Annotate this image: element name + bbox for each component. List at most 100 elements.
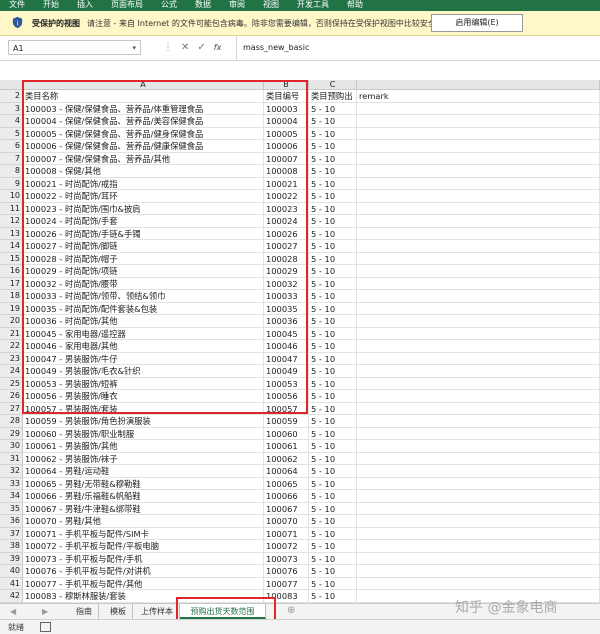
cell-remark[interactable] xyxy=(357,502,600,515)
cell-preorder-range[interactable]: 5 - 10 xyxy=(309,365,357,378)
cell-category-id[interactable]: 100006 xyxy=(264,140,309,153)
cell-remark[interactable] xyxy=(357,390,600,403)
cell-preorder-range[interactable]: 5 - 10 xyxy=(309,227,357,240)
row-number[interactable]: 41 xyxy=(0,577,23,590)
cell-category-name[interactable]: 100028 - 时尚配饰/帽子 xyxy=(23,252,264,265)
cell-category-id[interactable]: 100045 xyxy=(264,327,309,340)
cell-remark[interactable] xyxy=(357,402,600,415)
ribbon-tab[interactable]: 插入 xyxy=(68,0,102,11)
row-number[interactable]: 11 xyxy=(0,202,23,215)
cell-remark[interactable] xyxy=(357,427,600,440)
cell-remark[interactable] xyxy=(357,252,600,265)
cell-category-id[interactable]: 100070 xyxy=(264,515,309,528)
row-number[interactable]: 25 xyxy=(0,377,23,390)
cell-category-name[interactable]: 100067 - 男鞋/牛津鞋&绑带鞋 xyxy=(23,502,264,515)
cell-category-id[interactable]: 100071 xyxy=(264,527,309,540)
cell-category-name[interactable]: 100076 - 手机平板与配件/对讲机 xyxy=(23,565,264,578)
cell-category-name[interactable]: 100047 - 男装服饰/牛仔 xyxy=(23,352,264,365)
cell-category-id[interactable]: 100008 xyxy=(264,165,309,178)
cancel-icon[interactable]: ✕ xyxy=(181,42,189,53)
cell-remark[interactable] xyxy=(357,152,600,165)
cell-remark[interactable] xyxy=(357,240,600,253)
cell-category-name[interactable]: 100073 - 手机平板与配件/手机 xyxy=(23,552,264,565)
cell-remark[interactable] xyxy=(357,327,600,340)
row-number[interactable]: 35 xyxy=(0,502,23,515)
cell-preorder-range[interactable]: 5 - 10 xyxy=(309,565,357,578)
cell-remark[interactable] xyxy=(357,440,600,453)
cell-category-name[interactable]: 100036 - 时尚配饰/其他 xyxy=(23,315,264,328)
row-number[interactable]: 20 xyxy=(0,315,23,328)
cell-category-id[interactable]: 100057 xyxy=(264,402,309,415)
cell-category-name[interactable]: 类目名称 xyxy=(23,90,264,103)
cell-remark[interactable]: remark xyxy=(357,90,600,103)
cell-category-name[interactable]: 100077 - 手机平板与配件/其他 xyxy=(23,577,264,590)
confirm-icon[interactable]: ✓ xyxy=(197,42,205,53)
cell-category-id[interactable]: 100032 xyxy=(264,277,309,290)
cell-preorder-range[interactable]: 5 - 10 xyxy=(309,277,357,290)
cell-category-id[interactable]: 100061 xyxy=(264,440,309,453)
cell-remark[interactable] xyxy=(357,215,600,228)
row-number[interactable]: 23 xyxy=(0,352,23,365)
cell-category-name[interactable]: 100057 - 男装服饰/套装 xyxy=(23,402,264,415)
ribbon-tab[interactable]: 文件 xyxy=(0,0,34,11)
cell-preorder-range[interactable]: 5 - 10 xyxy=(309,577,357,590)
row-number[interactable]: 24 xyxy=(0,365,23,378)
row-number[interactable]: 22 xyxy=(0,340,23,353)
sheet-tab[interactable]: 指南 xyxy=(70,604,99,619)
cell-category-id[interactable]: 100027 xyxy=(264,240,309,253)
cell-preorder-range[interactable]: 5 - 10 xyxy=(309,252,357,265)
cell-preorder-range[interactable]: 5 - 10 xyxy=(309,340,357,353)
cell-preorder-range[interactable]: 5 - 10 xyxy=(309,352,357,365)
cell-category-name[interactable]: 100024 - 时尚配饰/手套 xyxy=(23,215,264,228)
cell-category-name[interactable]: 100061 - 男装服饰/其他 xyxy=(23,440,264,453)
cell-category-id[interactable]: 100029 xyxy=(264,265,309,278)
row-number[interactable]: 10 xyxy=(0,190,23,203)
row-number[interactable]: 30 xyxy=(0,440,23,453)
cell-remark[interactable] xyxy=(357,377,600,390)
cell-category-id[interactable]: 100007 xyxy=(264,152,309,165)
cell-category-id[interactable]: 100046 xyxy=(264,340,309,353)
cell-preorder-range[interactable]: 5 - 10 xyxy=(309,427,357,440)
cell-category-name[interactable]: 100021 - 时尚配饰/戒指 xyxy=(23,177,264,190)
cell-category-id[interactable]: 100036 xyxy=(264,315,309,328)
row-number[interactable]: 21 xyxy=(0,327,23,340)
cell-category-name[interactable]: 100033 - 时尚配饰/领带、领结&领巾 xyxy=(23,290,264,303)
cell-preorder-range[interactable]: 5 - 10 xyxy=(309,390,357,403)
cell-category-name[interactable]: 100083 - 穆斯林服装/套装 xyxy=(23,590,264,603)
cell-remark[interactable] xyxy=(357,452,600,465)
cell-remark[interactable] xyxy=(357,140,600,153)
cell-category-name[interactable]: 100027 - 时尚配饰/脚链 xyxy=(23,240,264,253)
cell-category-name[interactable]: 100026 - 时尚配饰/手链&手镯 xyxy=(23,227,264,240)
cell-category-name[interactable]: 100045 - 家用电器/遥控器 xyxy=(23,327,264,340)
cell-remark[interactable] xyxy=(357,290,600,303)
cell-preorder-range[interactable]: 5 - 10 xyxy=(309,202,357,215)
chevron-down-icon[interactable]: ▾ xyxy=(132,41,136,56)
row-number[interactable]: 12 xyxy=(0,215,23,228)
ribbon-tab[interactable]: 数据 xyxy=(186,0,220,11)
cell-preorder-range[interactable]: 5 - 10 xyxy=(309,552,357,565)
cell-preorder-range[interactable]: 5 - 10 xyxy=(309,377,357,390)
cell-preorder-range[interactable]: 5 - 10 xyxy=(309,215,357,228)
select-all-corner[interactable] xyxy=(0,80,23,90)
cell-preorder-range[interactable]: 5 - 10 xyxy=(309,590,357,603)
row-number[interactable]: 27 xyxy=(0,402,23,415)
cell-category-name[interactable]: 100007 - 保健/保健食品、营养品/其他 xyxy=(23,152,264,165)
cell-category-id[interactable]: 100047 xyxy=(264,352,309,365)
cell-preorder-range[interactable]: 5 - 10 xyxy=(309,165,357,178)
row-number[interactable]: 14 xyxy=(0,240,23,253)
row-number[interactable]: 7 xyxy=(0,152,23,165)
row-number[interactable]: 40 xyxy=(0,565,23,578)
cell-category-name[interactable]: 100005 - 保健/保健食品、营养品/健身保健食品 xyxy=(23,127,264,140)
cell-preorder-range[interactable]: 5 - 10 xyxy=(309,265,357,278)
cell-category-id[interactable]: 100028 xyxy=(264,252,309,265)
row-number[interactable]: 17 xyxy=(0,277,23,290)
cell-category-id[interactable]: 100059 xyxy=(264,415,309,428)
cell-preorder-range[interactable]: 5 - 10 xyxy=(309,490,357,503)
cell-category-name[interactable]: 100062 - 男装服饰/袜子 xyxy=(23,452,264,465)
cell-category-id[interactable]: 100033 xyxy=(264,290,309,303)
cell-category-id[interactable]: 100067 xyxy=(264,502,309,515)
row-number[interactable]: 42 xyxy=(0,590,23,603)
cell-preorder-range[interactable]: 5 - 10 xyxy=(309,302,357,315)
row-number[interactable]: 32 xyxy=(0,465,23,478)
cell-preorder-range[interactable]: 5 - 10 xyxy=(309,402,357,415)
